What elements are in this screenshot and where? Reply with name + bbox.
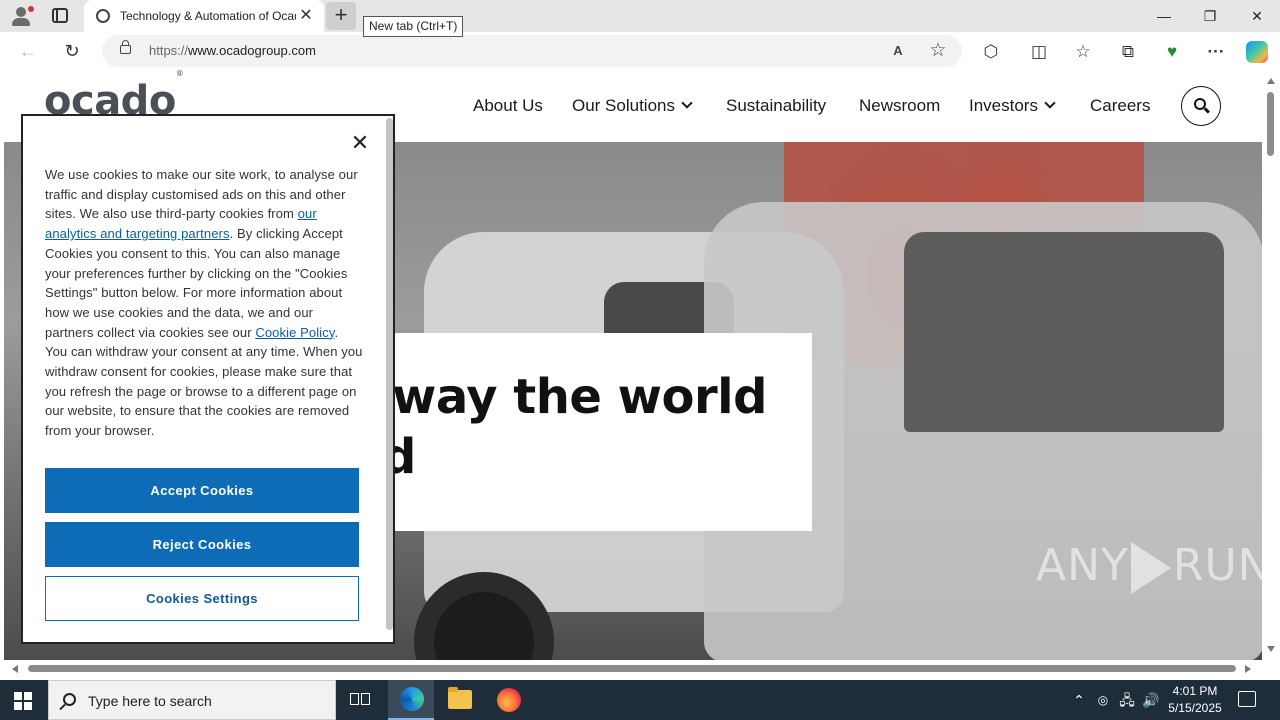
- reject-cookies-button[interactable]: Reject Cookies: [45, 522, 359, 567]
- clock-date: 5/15/2025: [1168, 701, 1222, 715]
- restore-button[interactable]: ❐: [1200, 6, 1220, 26]
- accept-cookies-button[interactable]: Accept Cookies: [45, 468, 359, 513]
- anyrun-watermark: ANY RUN: [1036, 540, 1272, 594]
- task-view-icon[interactable]: [350, 691, 370, 709]
- chevron-down-icon: [1044, 97, 1056, 109]
- split-screen-icon[interactable]: ◫: [1028, 41, 1050, 63]
- cookie-policy-link[interactable]: Cookie Policy: [255, 325, 334, 340]
- edge-icon: [400, 687, 424, 711]
- window-close-button[interactable]: ✕: [1247, 6, 1267, 26]
- taskbar-search-placeholder: Type here to search: [88, 693, 212, 709]
- tab-title: Technology & Automation of Ocado Group: [120, 9, 296, 23]
- firefox-icon[interactable]: [497, 688, 521, 712]
- tray-meet-icon[interactable]: ◎: [1094, 691, 1112, 709]
- nav-our-solutions[interactable]: Our Solutions: [572, 96, 693, 116]
- back-arrow-icon[interactable]: ←: [18, 41, 38, 61]
- clock-time: 4:01 PM: [1172, 684, 1218, 698]
- tab-close-icon[interactable]: ✕: [298, 8, 314, 24]
- scroll-right-icon[interactable]: [1245, 665, 1251, 673]
- collections-icon[interactable]: ⧉: [1117, 41, 1139, 63]
- windows-start-icon[interactable]: [14, 692, 32, 710]
- cookies-settings-button[interactable]: Cookies Settings: [45, 576, 359, 621]
- tab-actions-icon[interactable]: [52, 8, 68, 23]
- profile-icon[interactable]: [10, 6, 34, 26]
- nav-investors[interactable]: Investors: [969, 96, 1056, 116]
- url-text[interactable]: https://www.ocadogroup.com: [149, 43, 316, 58]
- scroll-left-icon[interactable]: [12, 665, 18, 673]
- close-icon[interactable]: ✕: [349, 132, 371, 154]
- network-icon[interactable]: 🖧: [1118, 691, 1136, 709]
- nav-sustainability[interactable]: Sustainability: [726, 96, 826, 116]
- scroll-down-icon[interactable]: [1267, 646, 1275, 652]
- extensions-icon[interactable]: ⬡: [980, 41, 1002, 63]
- windows-taskbar: Type here to search ⌃ ◎ 🖧 🔊 4:01 PM 5/15…: [0, 680, 1280, 720]
- hero-headline-card: way the world d: [382, 333, 812, 531]
- page-horizontal-scrollbar[interactable]: [0, 660, 1262, 678]
- tray-chevron-icon[interactable]: ⌃: [1070, 691, 1088, 709]
- new-tab-button[interactable]: +: [326, 2, 356, 30]
- new-tab-tooltip: New tab (Ctrl+T): [363, 16, 464, 37]
- read-aloud-icon[interactable]: A: [888, 41, 908, 61]
- nav-about-us[interactable]: About Us: [473, 96, 543, 116]
- scroll-up-icon[interactable]: [1267, 78, 1275, 84]
- hero-photo-windshield: [904, 232, 1224, 432]
- dialog-scrollbar[interactable]: [384, 116, 393, 642]
- browser-tab-active[interactable]: Technology & Automation of Ocado Group ✕: [84, 0, 324, 32]
- address-bar[interactable]: https://www.ocadogroup.com A ☆: [102, 35, 962, 67]
- nav-careers[interactable]: Careers: [1090, 96, 1150, 116]
- file-explorer-icon[interactable]: [448, 687, 472, 709]
- hero-headline-line-1: way the world: [392, 369, 767, 425]
- search-icon: [63, 693, 76, 706]
- browser-essentials-icon[interactable]: ♥: [1161, 41, 1183, 63]
- copilot-icon[interactable]: [1246, 41, 1268, 63]
- volume-icon[interactable]: 🔊: [1142, 691, 1160, 709]
- scroll-thumb-horizontal[interactable]: [28, 665, 1236, 672]
- scroll-thumb[interactable]: [1267, 92, 1274, 156]
- refresh-icon[interactable]: ↻: [62, 41, 82, 61]
- taskbar-clock[interactable]: 4:01 PM 5/15/2025: [1160, 683, 1230, 717]
- taskbar-edge-app[interactable]: [388, 680, 434, 720]
- site-favicon-icon: [96, 9, 110, 23]
- cookie-consent-dialog: ✕ We use cookies to make our site work, …: [21, 114, 395, 644]
- minimize-button[interactable]: —: [1154, 6, 1174, 26]
- site-search-button[interactable]: [1181, 86, 1221, 126]
- more-menu-icon[interactable]: ···: [1205, 41, 1227, 63]
- cookie-description: We use cookies to make our site work, to…: [45, 167, 363, 439]
- play-icon: [1130, 542, 1171, 594]
- notification-icon[interactable]: [1238, 691, 1256, 707]
- lock-icon[interactable]: [120, 40, 131, 54]
- taskbar-search-box[interactable]: Type here to search: [48, 680, 336, 720]
- chevron-down-icon: [681, 97, 693, 109]
- browser-tab-bar: Technology & Automation of Ocado Group ✕…: [0, 0, 1280, 32]
- nav-newsroom[interactable]: Newsroom: [859, 96, 940, 116]
- browser-toolbar: ← ↻ https://www.ocadogroup.com A ☆ ⬡ ◫ ☆…: [0, 32, 1280, 70]
- favorite-star-icon[interactable]: ☆: [928, 41, 948, 61]
- favorites-icon[interactable]: ☆: [1072, 41, 1094, 63]
- page-vertical-scrollbar[interactable]: [1262, 70, 1280, 660]
